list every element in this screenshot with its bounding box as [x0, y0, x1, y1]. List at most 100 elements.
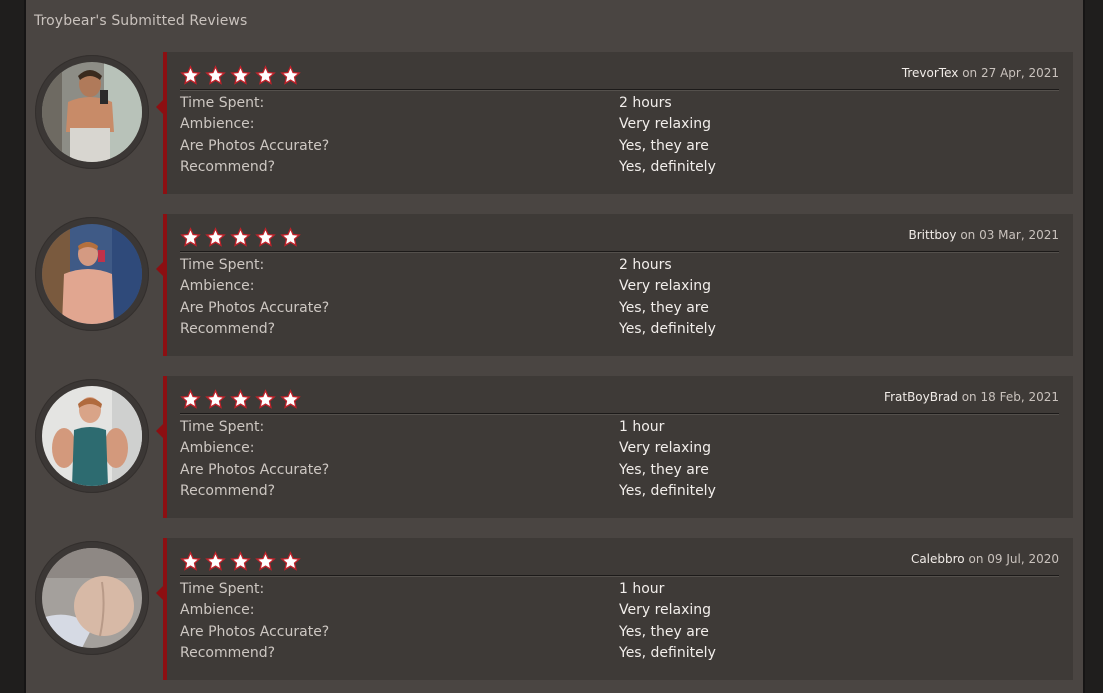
review-item: Calebbro on 09 Jul, 2020 Time Spent: 1 h… [26, 538, 1083, 680]
reviewer-username[interactable]: FratBoyBrad [884, 390, 958, 404]
reviewer-avatar[interactable] [42, 224, 142, 324]
review-date: 03 Mar, 2021 [979, 228, 1059, 242]
review-meta: FratBoyBrad on 18 Feb, 2021 [884, 390, 1059, 404]
recommend-label: Recommend? [180, 483, 276, 499]
time-spent-label: Time Spent: [180, 419, 265, 435]
review-card: Calebbro on 09 Jul, 2020 Time Spent: 1 h… [156, 538, 1073, 680]
avatar-frame [35, 541, 149, 655]
star-icon [205, 551, 226, 571]
star-icon [180, 227, 201, 247]
reviewer-username[interactable]: Brittboy [909, 228, 957, 242]
row-ambience: Ambience: Very relaxing [180, 276, 1060, 297]
divider [180, 251, 1059, 253]
row-recommend: Recommend? Yes, definitely [180, 643, 1060, 664]
reviewer-username[interactable]: Calebbro [911, 552, 965, 566]
ambience-value: Very relaxing [619, 278, 712, 294]
avatar-frame [35, 217, 149, 331]
divider [180, 89, 1059, 91]
row-time-spent: Time Spent: 2 hours [180, 255, 1060, 276]
photos-accurate-value: Yes, they are [619, 624, 709, 640]
star-icon [230, 65, 251, 85]
star-icon [255, 551, 276, 571]
star-icon [230, 551, 251, 571]
star-rating [180, 227, 301, 248]
recommend-value: Yes, definitely [619, 483, 716, 499]
row-photos-accurate: Are Photos Accurate? Yes, they are [180, 622, 1060, 643]
card-pointer [156, 262, 163, 276]
star-rating [180, 551, 301, 572]
star-icon [280, 389, 301, 409]
star-icon [280, 227, 301, 247]
card-pointer [156, 100, 163, 114]
row-time-spent: Time Spent: 1 hour [180, 417, 1060, 438]
row-ambience: Ambience: Very relaxing [180, 600, 1060, 621]
row-ambience: Ambience: Very relaxing [180, 438, 1060, 459]
time-spent-value: 2 hours [619, 95, 672, 111]
time-spent-value: 1 hour [619, 581, 665, 597]
time-spent-value: 2 hours [619, 257, 672, 273]
row-time-spent: Time Spent: 2 hours [180, 93, 1060, 114]
reviewer-avatar[interactable] [42, 386, 142, 486]
star-icon [205, 65, 226, 85]
review-item: Brittboy on 03 Mar, 2021 Time Spent: 2 h… [26, 214, 1083, 356]
recommend-value: Yes, definitely [619, 645, 716, 661]
review-meta: Brittboy on 03 Mar, 2021 [909, 228, 1060, 242]
star-icon [205, 227, 226, 247]
ambience-label: Ambience: [180, 116, 255, 132]
review-meta: TrevorTex on 27 Apr, 2021 [902, 66, 1059, 80]
photos-accurate-value: Yes, they are [619, 462, 709, 478]
ambience-value: Very relaxing [619, 602, 712, 618]
card-pointer [156, 586, 163, 600]
reviewer-username[interactable]: TrevorTex [902, 66, 959, 80]
left-gutter [0, 0, 26, 693]
row-time-spent: Time Spent: 1 hour [180, 579, 1060, 600]
review-date: 18 Feb, 2021 [980, 390, 1060, 404]
time-spent-value: 1 hour [619, 419, 665, 435]
avatar-frame [35, 379, 149, 493]
star-icon [180, 389, 201, 409]
on-label: on [961, 390, 977, 404]
star-icon [255, 65, 276, 85]
star-icon [230, 227, 251, 247]
star-icon [255, 389, 276, 409]
photos-accurate-value: Yes, they are [619, 300, 709, 316]
star-icon [180, 65, 201, 85]
photos-accurate-label: Are Photos Accurate? [180, 624, 330, 640]
row-recommend: Recommend? Yes, definitely [180, 481, 1060, 502]
row-photos-accurate: Are Photos Accurate? Yes, they are [180, 460, 1060, 481]
star-icon [280, 65, 301, 85]
right-gutter [1083, 0, 1103, 693]
row-recommend: Recommend? Yes, definitely [180, 319, 1060, 340]
recommend-label: Recommend? [180, 159, 276, 175]
recommend-label: Recommend? [180, 645, 276, 661]
review-item: FratBoyBrad on 18 Feb, 2021 Time Spent: … [26, 376, 1083, 518]
photos-accurate-label: Are Photos Accurate? [180, 138, 330, 154]
recommend-value: Yes, definitely [619, 159, 716, 175]
section-title: Troybear's Submitted Reviews [34, 13, 248, 29]
ambience-label: Ambience: [180, 440, 255, 456]
photos-accurate-label: Are Photos Accurate? [180, 300, 330, 316]
time-spent-label: Time Spent: [180, 581, 265, 597]
reviewer-avatar[interactable] [42, 548, 142, 648]
star-rating [180, 65, 301, 86]
review-date: 09 Jul, 2020 [987, 552, 1059, 566]
star-icon [255, 227, 276, 247]
reviewer-avatar[interactable] [42, 62, 142, 162]
divider [180, 575, 1059, 577]
on-label: on [960, 228, 976, 242]
star-rating [180, 389, 301, 410]
row-recommend: Recommend? Yes, definitely [180, 157, 1060, 178]
photos-accurate-label: Are Photos Accurate? [180, 462, 330, 478]
review-card: Brittboy on 03 Mar, 2021 Time Spent: 2 h… [156, 214, 1073, 356]
review-item: TrevorTex on 27 Apr, 2021 Time Spent: 2 … [26, 52, 1083, 194]
row-ambience: Ambience: Very relaxing [180, 114, 1060, 135]
star-icon [180, 551, 201, 571]
review-date: 27 Apr, 2021 [980, 66, 1059, 80]
star-icon [280, 551, 301, 571]
row-photos-accurate: Are Photos Accurate? Yes, they are [180, 136, 1060, 157]
recommend-value: Yes, definitely [619, 321, 716, 337]
on-label: on [968, 552, 984, 566]
review-card: TrevorTex on 27 Apr, 2021 Time Spent: 2 … [156, 52, 1073, 194]
time-spent-label: Time Spent: [180, 95, 265, 111]
reviews-panel: Troybear's Submitted Reviews TrevorTex o… [26, 0, 1083, 693]
